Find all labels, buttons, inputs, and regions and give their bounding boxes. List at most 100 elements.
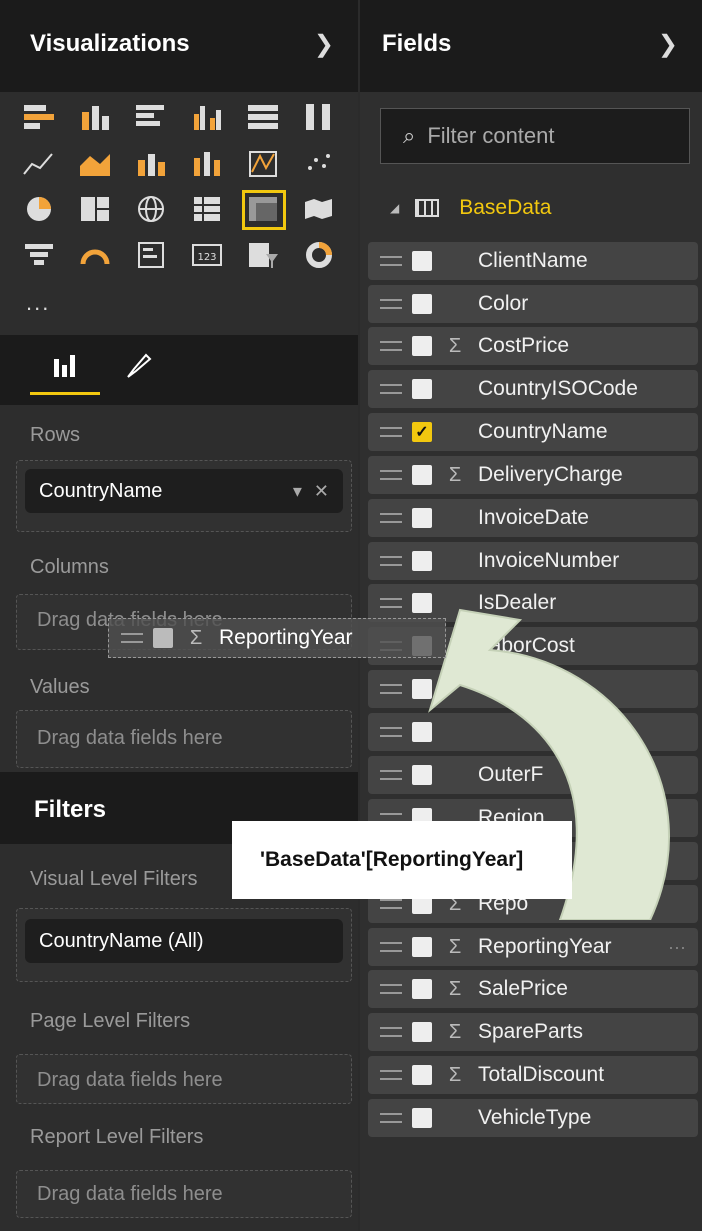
field-name: ReportingYear	[478, 935, 612, 958]
drag-handle-icon[interactable]	[380, 384, 402, 394]
field-checkbox[interactable]	[412, 551, 432, 571]
field-name: TotalDiscount	[478, 1063, 605, 1086]
sigma-icon: Σ	[448, 1020, 462, 1043]
field-checkbox[interactable]	[412, 937, 432, 957]
field-item[interactable]: Σ CostPrice	[368, 327, 698, 365]
field-checkbox[interactable]	[412, 336, 432, 356]
drag-handle-icon[interactable]	[380, 942, 402, 952]
format-tab[interactable]	[102, 351, 172, 395]
globe-map-icon[interactable]	[134, 194, 170, 226]
visual-level-filters-well[interactable]: CountryName (All)	[16, 908, 352, 982]
field-item[interactable]: ClientName	[368, 242, 698, 280]
chevron-right-icon[interactable]: ❯	[314, 30, 334, 59]
page-level-filters-well[interactable]: Drag data fields here	[16, 1054, 352, 1104]
drag-handle-icon[interactable]	[380, 684, 402, 694]
field-checkbox[interactable]	[412, 294, 432, 314]
field-item[interactable]: InvoiceDate	[368, 499, 698, 537]
gauge-icon[interactable]	[78, 240, 114, 272]
pie-chart-icon[interactable]	[22, 194, 58, 226]
field-item[interactable]: Color	[368, 285, 698, 323]
sigma-icon: Σ	[448, 935, 462, 958]
expand-triangle-icon[interactable]: ◢	[390, 201, 399, 215]
powerbi-panes: Visualizations ❯ 123 ... Rows CountryNam…	[0, 0, 702, 1231]
rows-well[interactable]: CountryName ▾ ✕	[16, 460, 352, 532]
clustered-bar-chart-icon[interactable]	[134, 102, 170, 134]
treemap-icon[interactable]	[78, 194, 114, 226]
more-visuals-button[interactable]: ...	[26, 290, 50, 316]
slicer-icon[interactable]	[246, 240, 282, 272]
table-icon	[415, 199, 440, 217]
drag-handle-icon[interactable]	[380, 556, 402, 566]
clustered-column-chart-icon[interactable]	[190, 102, 226, 134]
drag-handle-icon[interactable]	[380, 256, 402, 266]
field-item[interactable]: ✓ CountryName	[368, 413, 698, 451]
field-item[interactable]: Σ ReportingYear ···	[368, 928, 698, 966]
line-stacked-column-icon[interactable]	[134, 148, 170, 180]
field-checkbox[interactable]	[412, 1065, 432, 1085]
close-icon[interactable]: ✕	[314, 481, 329, 502]
drag-handle-icon[interactable]	[380, 427, 402, 437]
field-checkbox[interactable]	[412, 508, 432, 528]
drag-handle-icon[interactable]	[380, 341, 402, 351]
drag-handle-icon[interactable]	[380, 1027, 402, 1037]
more-options-icon[interactable]: ···	[668, 937, 686, 958]
stacked-bar-chart-icon[interactable]	[22, 102, 58, 134]
chevron-right-icon[interactable]: ❯	[658, 30, 678, 59]
sigma-icon: Σ	[448, 977, 462, 1000]
field-checkbox[interactable]	[412, 979, 432, 999]
drag-handle-icon[interactable]	[380, 727, 402, 737]
fields-tab[interactable]	[30, 351, 100, 395]
field-checkbox[interactable]: ✓	[412, 422, 432, 442]
drag-handle-icon[interactable]	[380, 770, 402, 780]
drag-handle-icon[interactable]	[380, 598, 402, 608]
field-checkbox[interactable]	[412, 251, 432, 271]
field-checkbox[interactable]	[412, 379, 432, 399]
filled-map-icon[interactable]	[302, 194, 338, 226]
field-item[interactable]: Σ TotalDiscount	[368, 1056, 698, 1094]
filter-content-input[interactable]: ⌕ Filter content	[380, 108, 690, 164]
drag-handle-icon[interactable]	[380, 470, 402, 480]
field-item[interactable]: Σ SpareParts	[368, 1013, 698, 1051]
columns-label: Columns	[30, 556, 109, 578]
report-level-filters-well[interactable]: Drag data fields here	[16, 1170, 352, 1218]
drag-handle-icon[interactable]	[380, 513, 402, 523]
checkbox	[153, 628, 173, 648]
drag-handle-icon[interactable]	[380, 899, 402, 909]
drag-handle-icon[interactable]	[380, 1070, 402, 1080]
drag-handle-icon[interactable]	[380, 984, 402, 994]
field-name: VehicleType	[478, 1106, 592, 1129]
field-checkbox[interactable]	[412, 465, 432, 485]
scatter-chart-icon[interactable]	[302, 148, 338, 180]
table-basedata[interactable]: ◢ BaseData	[390, 196, 551, 220]
card-icon[interactable]: 123	[190, 240, 226, 272]
field-item[interactable]: Σ SalePrice	[368, 970, 698, 1008]
field-item[interactable]: CountryISOCode	[368, 370, 698, 408]
values-well[interactable]: Drag data fields here	[16, 710, 352, 768]
search-icon: ⌕	[403, 123, 416, 148]
sigma-icon: Σ	[448, 1063, 462, 1086]
stacked-column-chart-icon[interactable]	[78, 102, 114, 134]
line-chart-icon[interactable]	[22, 148, 58, 180]
donut-chart-icon[interactable]	[302, 240, 338, 272]
field-name: ClientName	[478, 249, 588, 272]
matrix-visual-icon[interactable]	[242, 190, 286, 230]
field-checkbox[interactable]	[412, 1022, 432, 1042]
100-percent-bar-chart-icon[interactable]	[246, 102, 282, 134]
funnel-icon[interactable]	[22, 240, 58, 272]
line-clustered-column-icon[interactable]	[190, 148, 226, 180]
100-percent-column-chart-icon[interactable]	[302, 102, 338, 134]
rows-field-pill[interactable]: CountryName ▾ ✕	[25, 469, 343, 513]
area-chart-icon[interactable]	[78, 148, 114, 180]
visual-filter-pill[interactable]: CountryName (All)	[25, 919, 343, 963]
field-item[interactable]: Σ DeliveryCharge	[368, 456, 698, 494]
page-filters-placeholder: Drag data fields here	[37, 1069, 223, 1091]
field-checkbox[interactable]	[412, 1108, 432, 1128]
field-item[interactable]: InvoiceNumber	[368, 542, 698, 580]
table-visual-icon[interactable]	[190, 194, 226, 226]
multi-row-card-icon[interactable]	[134, 240, 170, 272]
drag-handle-icon[interactable]	[380, 299, 402, 309]
ribbon-chart-icon[interactable]	[246, 148, 282, 180]
chevron-down-icon[interactable]: ▾	[293, 481, 302, 502]
field-item[interactable]: VehicleType	[368, 1099, 698, 1137]
drag-handle-icon[interactable]	[380, 1113, 402, 1123]
